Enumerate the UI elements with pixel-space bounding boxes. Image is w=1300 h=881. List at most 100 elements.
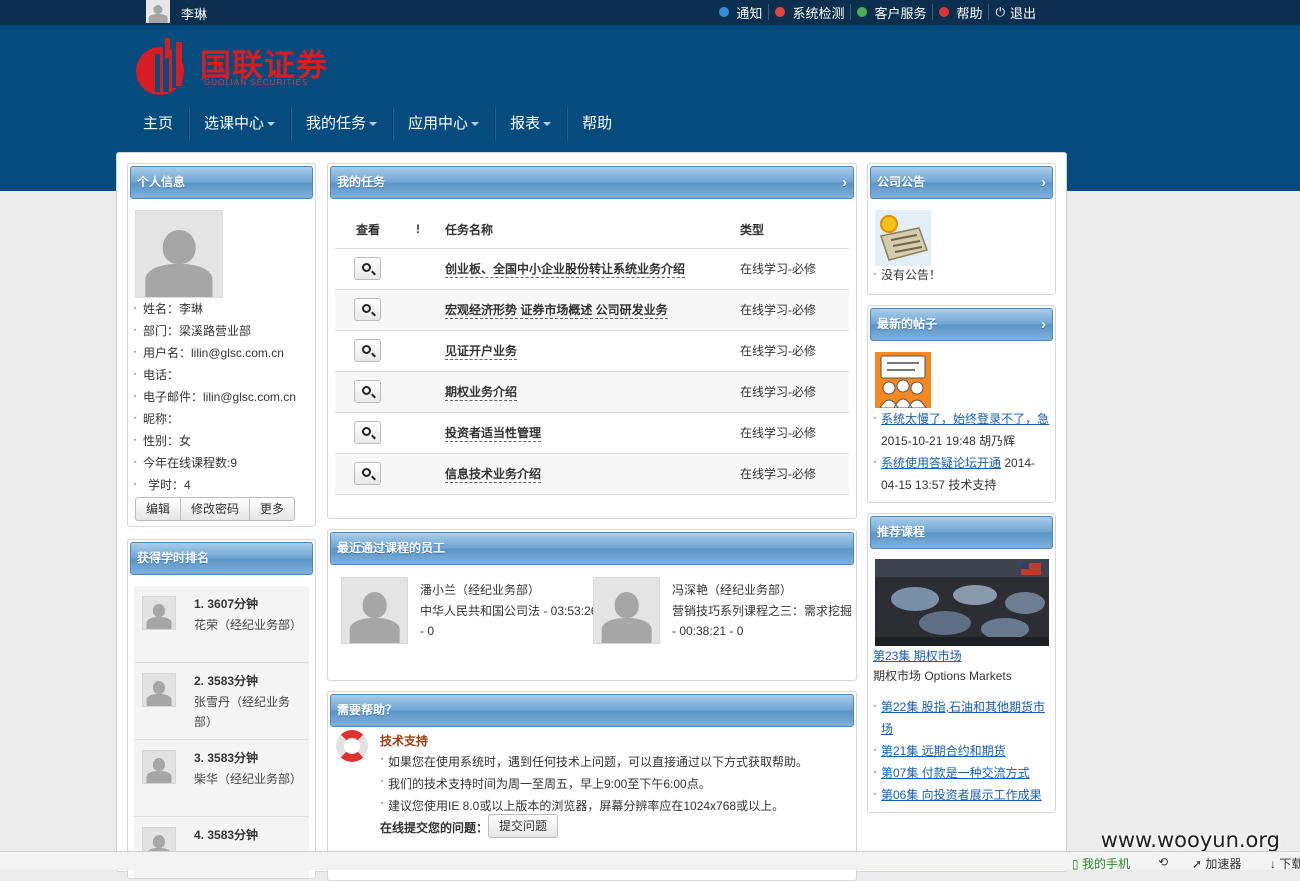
profile-panel: 个人信息 姓名：李琳 部门：梁溪路营业部 用户名：lilin@glsc.com.… xyxy=(127,163,316,527)
course-link[interactable]: 第23集 期权市场 xyxy=(873,649,962,663)
panel-header: 我的任务 › xyxy=(330,166,854,199)
profile-avatar xyxy=(135,210,223,298)
chevron-right-icon[interactable]: › xyxy=(1041,309,1046,340)
avatar xyxy=(341,577,408,644)
help-line: 建议您使用IE 8.0或以上版本的浏览器，屏幕分辨率应在1024x768或以上。 xyxy=(380,795,784,814)
course-link[interactable]: 第06集 向投资者展示工作成果 xyxy=(881,788,1042,802)
profile-actions: 编辑 修改密码 更多 xyxy=(135,497,296,521)
lifebuoy-icon xyxy=(336,730,368,762)
task-link[interactable]: 见证开户业务 xyxy=(445,344,518,360)
avatar xyxy=(142,750,176,784)
employee-name[interactable]: 潘小兰（经纪业务部） xyxy=(420,581,540,598)
user-name[interactable]: 李琳 xyxy=(181,4,207,23)
task-link[interactable]: 信息技术业务介绍 xyxy=(445,467,542,483)
nav-help[interactable]: 帮助 xyxy=(567,107,627,141)
customer-service-link[interactable]: 客户服务 xyxy=(851,4,934,21)
course-link[interactable]: 第21集 远期合约和期货 xyxy=(881,744,1006,758)
brand-subtitle: GUOLIAN SECURITIES xyxy=(204,78,309,87)
user-avatar[interactable] xyxy=(146,0,170,23)
courses-panel: 推荐课程 第23集 期权市场 期权市场 Options Markets 第22集… xyxy=(867,513,1056,813)
task-link[interactable]: 投资者适当性管理 xyxy=(445,426,542,442)
ranking-item[interactable]: 2. 3583分钟 张雪丹（经纪业务部） xyxy=(134,663,309,740)
list-item: 第06集 向投资者展示工作成果 xyxy=(873,782,1051,806)
view-button[interactable] xyxy=(354,421,381,444)
top-links: 通知 系统检测 客户服务 帮助 ⏻ 退出 xyxy=(713,4,1042,21)
help-line: 我们的技术支持时间为周一至周五，早上9:00至下午6:00点。 xyxy=(380,773,711,792)
chevron-down-icon xyxy=(471,122,480,127)
table-header: 查看 ! 任务名称 类型 xyxy=(335,211,849,249)
change-password-button[interactable]: 修改密码 xyxy=(181,498,251,520)
course-link[interactable]: 第07集 付款是一种交流方式 xyxy=(881,766,1030,780)
notice-icon xyxy=(719,7,730,17)
download-button[interactable]: ↓ 下载 xyxy=(1270,855,1300,872)
main-nav: 主页 选课中心 我的任务 应用中心 报表 帮助 xyxy=(128,107,627,141)
more-button[interactable]: 更多 xyxy=(250,498,294,520)
task-link[interactable]: 期权业务介绍 xyxy=(445,385,518,401)
announcement-list: 没有公告！ xyxy=(873,262,941,286)
task-link[interactable]: 创业板、全国中小企业股份转让系统业务介绍 xyxy=(445,262,686,278)
rocket-icon: ➚ xyxy=(1192,857,1203,871)
task-link[interactable]: 宏观经济形势 证券市场概述 公司研发业务 xyxy=(445,303,668,319)
profile-course-count: 今年在线课程数:9 xyxy=(133,450,296,474)
profile-dept: 部门：梁溪路营业部 xyxy=(133,318,296,342)
employee-course: 中华人民共和国公司法 - 03:53:26 - 0 xyxy=(420,604,598,638)
profile-gender: 性别：女 xyxy=(133,428,296,452)
avatar xyxy=(142,673,176,707)
posts-list: 系统太慢了，始终登录不了，急 2015-10-21 19:48 胡乃辉 系统使用… xyxy=(873,406,1051,496)
chevron-down-icon xyxy=(267,122,276,127)
list-item: 系统太慢了，始终登录不了，急 2015-10-21 19:48 胡乃辉 xyxy=(873,406,1051,452)
system-check-link[interactable]: 系统检测 xyxy=(769,4,852,21)
chevron-right-icon[interactable]: › xyxy=(1041,167,1046,198)
profile-info: 姓名：李琳 部门：梁溪路营业部 用户名：lilin@glsc.com.cn 电话… xyxy=(133,296,296,496)
accelerator-button[interactable]: ➚ 加速器 xyxy=(1192,855,1241,872)
help-subtitle: 技术支持 xyxy=(380,734,429,748)
employee-course: 营销技巧系列课程之三：需求挖掘 - 00:38:21 - 0 xyxy=(672,604,853,638)
browser-status-bar: ▯ 我的手机 ⟲ ➚ 加速器 ↓ 下载 xyxy=(0,851,1300,872)
edit-button[interactable]: 编辑 xyxy=(136,498,182,520)
zoom-in-icon xyxy=(362,468,371,477)
list-item: 第22集 股指,石油和其他期货市场 xyxy=(873,694,1051,740)
table-row: 期权业务介绍 在线学习-必修 xyxy=(335,371,849,413)
view-button[interactable] xyxy=(354,298,381,321)
panel-header: 公司公告 › xyxy=(870,166,1053,199)
post-link[interactable]: 系统使用答疑论坛开通 xyxy=(881,456,1001,470)
submit-question-button[interactable]: 提交问题 xyxy=(488,814,558,838)
nav-reports[interactable]: 报表 xyxy=(495,107,568,141)
history-icon[interactable]: ⟲ xyxy=(1158,855,1168,869)
nav-my-tasks[interactable]: 我的任务 xyxy=(291,107,394,141)
panel-header: 需要帮助？ xyxy=(330,694,854,727)
panel-header: 获得学时排名 xyxy=(130,542,313,575)
employee-name[interactable]: 冯深艳（经纪业务部） xyxy=(672,581,792,598)
chevron-right-icon[interactable]: › xyxy=(842,167,847,198)
featured-caption: 期权市场 Options Markets xyxy=(873,669,1012,683)
trading-floor-thumbnail[interactable] xyxy=(875,559,1049,646)
course-link[interactable]: 第22集 股指,石油和其他期货市场 xyxy=(881,700,1045,736)
view-button[interactable] xyxy=(354,462,381,485)
profile-email: 电子邮件：lilin@glsc.com.cn xyxy=(133,384,296,408)
zoom-in-icon xyxy=(362,386,371,395)
tasks-table: 查看 ! 任务名称 类型 创业板、全国中小企业股份转让系统业务介绍 在线学习-必… xyxy=(335,211,849,495)
phone-button[interactable]: ▯ 我的手机 xyxy=(1072,855,1130,872)
nav-app-center[interactable]: 应用中心 xyxy=(393,107,496,141)
view-button[interactable] xyxy=(354,257,381,280)
announcement-empty: 没有公告！ xyxy=(873,262,941,286)
view-button[interactable] xyxy=(354,380,381,403)
table-row: 见证开户业务 在线学习-必修 xyxy=(335,330,849,372)
notice-link[interactable]: 通知 xyxy=(713,4,770,21)
brand-logo[interactable]: 国联证券 GUOLIAN SECURITIES xyxy=(133,38,363,98)
ranking-item[interactable]: 3. 3583分钟 柴华（经纪业务部） xyxy=(134,740,309,817)
download-icon: ↓ xyxy=(1270,857,1276,871)
ranking-item[interactable]: 1. 3607分钟 花荣（经纪业务部） xyxy=(134,586,309,663)
profile-username: 用户名：lilin@glsc.com.cn xyxy=(133,340,296,364)
nav-course-center[interactable]: 选课中心 xyxy=(189,107,292,141)
view-button[interactable] xyxy=(354,339,381,362)
list-item: 第21集 远期合约和期货 xyxy=(873,738,1051,762)
announcement-panel: 公司公告› 没有公告！ xyxy=(867,163,1056,295)
chevron-down-icon xyxy=(543,122,552,127)
panel-header: 最近通过课程的员工 xyxy=(330,532,854,565)
post-link[interactable]: 系统太慢了，始终登录不了，急 xyxy=(881,412,1049,426)
help-link[interactable]: 帮助 xyxy=(933,4,990,21)
nav-home[interactable]: 主页 xyxy=(128,107,190,141)
logout-link[interactable]: ⏻ 退出 xyxy=(989,4,1042,21)
zoom-in-icon xyxy=(362,427,371,436)
